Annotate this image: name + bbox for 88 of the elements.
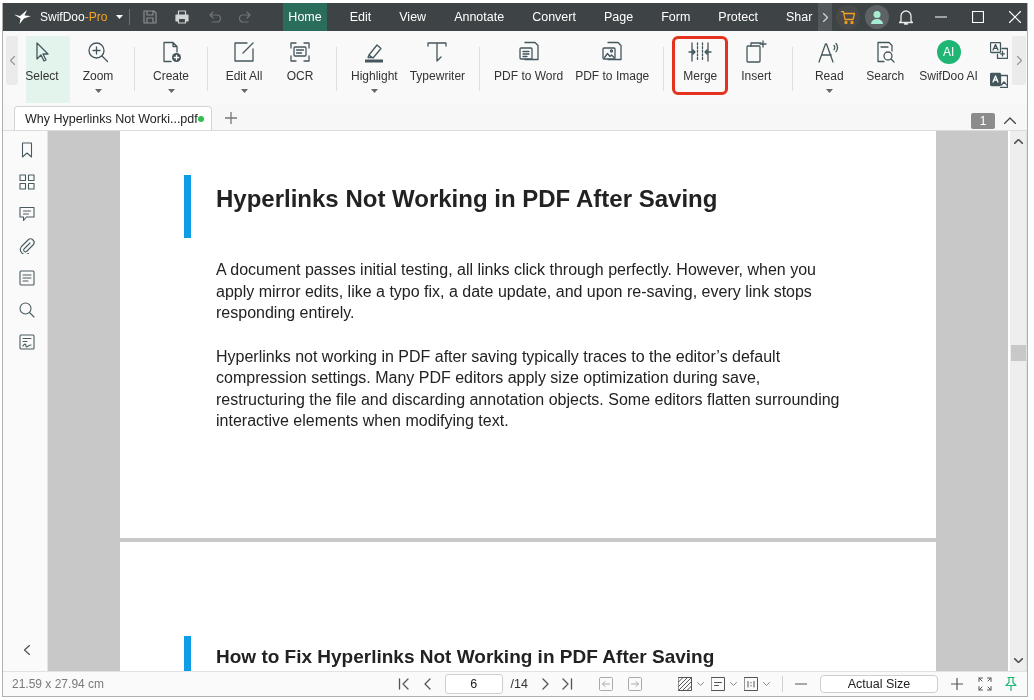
toolbar-button[interactable]: AI SwifDoo AI [913,36,984,103]
chevron-up-icon[interactable] [1004,117,1016,124]
scrollbar-thumb[interactable] [1010,345,1026,361]
page-layout-icon[interactable] [711,677,725,691]
caret-icon[interactable] [730,682,737,686]
chevron-right-icon[interactable] [822,12,828,22]
user-avatar[interactable] [865,5,889,29]
caret-down-icon[interactable] [116,15,124,19]
previous-page-icon[interactable] [423,678,431,690]
menu-tab[interactable]: Protect [713,3,763,31]
first-page-icon[interactable] [397,678,410,690]
actual-size-icon[interactable] [744,677,758,691]
person-icon[interactable] [871,10,883,24]
fullscreen-icon[interactable] [978,677,992,691]
chevron-left-icon[interactable] [23,645,30,655]
next-page-icon[interactable] [542,678,549,690]
toolbar-button[interactable]: Highlight [345,36,404,103]
signature-icon[interactable] [18,334,35,350]
toolbar-button[interactable]: PDF to Word [488,36,570,103]
bell-icon[interactable] [899,9,913,25]
caret-icon[interactable] [240,89,248,93]
menu-tab[interactable]: Convert [527,3,581,31]
page-size-label: 21.59 x 27.94 cm [12,677,105,691]
tab-scroll-button[interactable] [818,3,832,31]
translate-icon[interactable] [989,42,1008,59]
menu-tab[interactable]: Home [283,3,327,31]
menu-tab[interactable]: Edit [344,3,377,31]
toolbar-button[interactable]: Create [143,36,199,103]
accent-bar [184,636,191,671]
search-icon[interactable] [18,302,35,318]
paragraph: Hyperlinks not working in PDF after saving typically traces to the editor’s default compression settings. Many PDF editors apply size optimization during save, restructuring the file and discarding annotation objects. Some editors flatten surrounding interactive elements when modifying text. [216,346,841,431]
print-icon[interactable] [175,10,190,24]
toolbar-button[interactable]: Zoom [70,36,126,103]
toolbar-button[interactable]: Merge [672,36,729,95]
paragraph: A document passes initial testing, all links click through perfectly. However, when you apply mirror edits, like a typo fix, a date update, and upon re-saving, every link stops responding entirely. [216,260,817,323]
caret-icon[interactable] [167,89,175,93]
toolbar-button[interactable]: OCR [272,36,328,103]
plus-icon[interactable] [225,112,237,124]
typewriter-icon[interactable] [425,40,450,64]
comment-icon[interactable] [18,206,35,222]
cart-button[interactable] [836,5,860,29]
menu-tab[interactable]: View [394,3,432,31]
close-icon[interactable] [1009,11,1021,23]
save-icon[interactable] [143,10,158,24]
image-translate-icon[interactable] [989,71,1008,88]
menu-tab[interactable]: Page [598,3,639,31]
scrollbar[interactable] [1010,131,1027,671]
toolbar-button[interactable]: Select [26,36,70,103]
caret-icon[interactable] [697,682,704,686]
merge-icon[interactable] [688,40,713,64]
accent-bar [184,175,191,238]
toolbar-button[interactable]: Read [801,36,858,103]
toolbar-button[interactable]: Insert [728,36,785,103]
bird-icon [14,10,31,24]
toolbar-button[interactable]: Edit All [216,36,272,103]
toolbar-button[interactable]: PDF to Image [569,36,656,103]
hatch-pattern-icon[interactable] [678,677,692,691]
maximize-icon[interactable] [972,11,984,23]
zoom-in-icon[interactable] [951,678,963,690]
scan-icon[interactable] [288,40,312,64]
edit-icon[interactable] [232,40,256,64]
chevron-up-icon[interactable] [1013,139,1023,144]
page-title: Hyperlinks Not Working in PDF After Saving [216,184,718,213]
page-number-field[interactable]: 6 [444,674,503,694]
paperclip-icon[interactable] [18,238,35,254]
menu-tab[interactable]: Form [656,3,696,31]
grid-icon[interactable] [18,174,35,190]
caret-icon[interactable] [825,89,833,93]
menu-tab[interactable]: Annotate [449,3,510,31]
ai-logo: AI [936,40,961,64]
zoom-in-icon[interactable] [86,40,110,64]
caret-icon[interactable] [94,89,102,93]
pin-icon[interactable] [1005,677,1017,691]
cart-icon[interactable] [841,10,855,24]
section-heading: How to Fix Hyperlinks Not Working in PDF After Saving [216,645,715,669]
insert-page-icon[interactable] [744,40,769,64]
page-indicator: 1 [971,113,995,129]
menu-tab[interactable]: Shar [780,3,818,31]
caret-icon[interactable] [763,682,770,686]
page-count-label: /14 [510,677,528,691]
toolbar-button[interactable]: Typewriter [403,36,472,103]
document-tab[interactable]: Why Hyperlinks Not Worki...pdf [14,106,212,130]
caret-icon[interactable] [370,89,378,93]
chevron-down-icon[interactable] [1013,658,1023,663]
app-name: SwifDoo-Pro [40,10,108,24]
zoom-level-field[interactable]: Actual Size [820,675,938,693]
toolbar-button[interactable]: Search [857,36,914,103]
last-page-icon[interactable] [561,678,573,690]
